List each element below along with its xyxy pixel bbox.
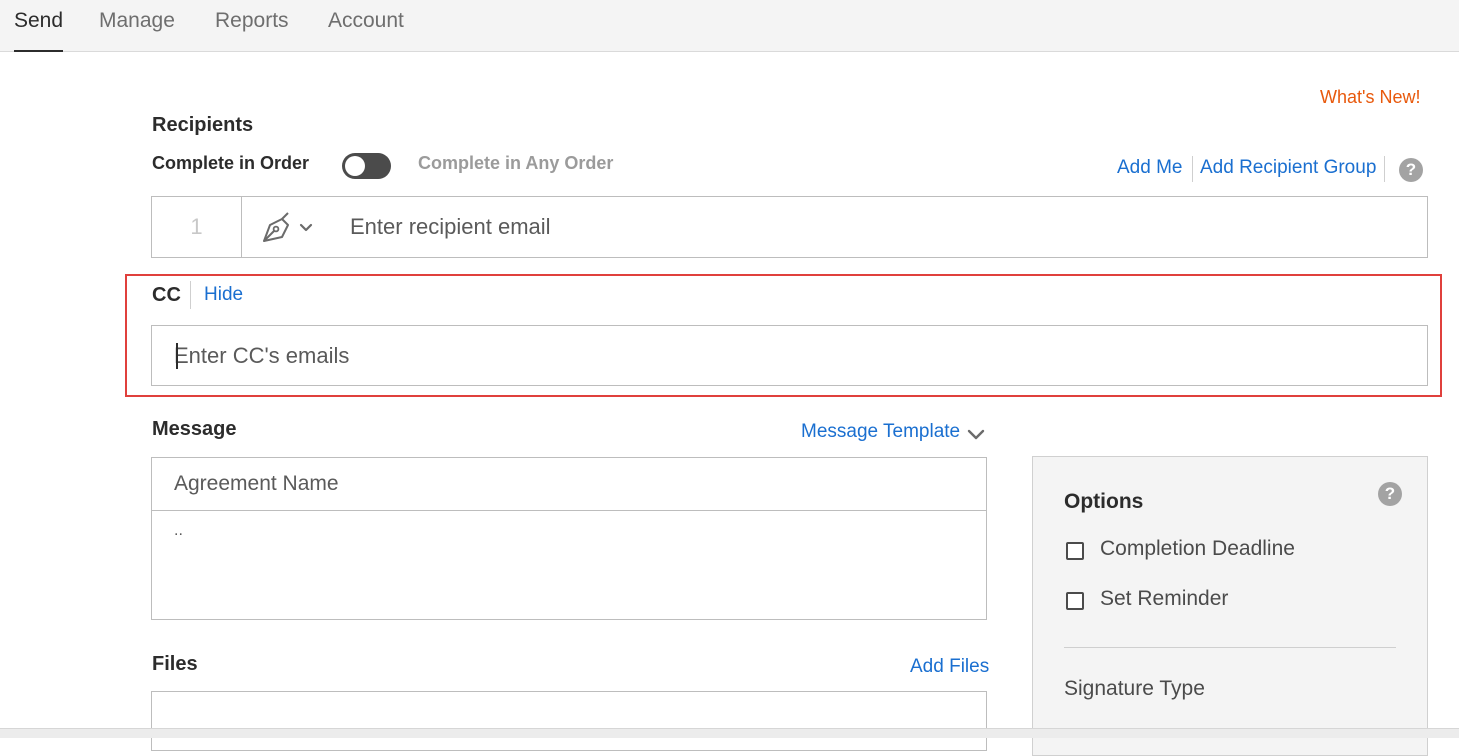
top-nav: Send Manage Reports Account [0, 0, 1459, 52]
recipients-help-icon[interactable]: ? [1399, 158, 1423, 182]
recipient-row: 1 [151, 196, 1428, 258]
whats-new-link[interactable]: What's New! [1320, 87, 1420, 108]
tab-send[interactable]: Send [14, 0, 64, 52]
agreement-name-input[interactable] [152, 458, 986, 511]
chevron-down-icon [299, 223, 313, 232]
link-divider [1384, 156, 1385, 182]
tab-manage[interactable]: Manage [99, 0, 175, 52]
message-title: Message [152, 418, 237, 440]
role-picker-dropdown[interactable] [260, 211, 320, 245]
bottom-scroll-edge [0, 728, 1459, 738]
message-body-textarea[interactable]: .. [174, 522, 974, 612]
add-recipient-group-link[interactable]: Add Recipient Group [1200, 157, 1376, 179]
text-caret [176, 343, 178, 369]
order-toggle[interactable] [342, 153, 391, 179]
options-title: Options [1064, 490, 1144, 513]
add-me-link[interactable]: Add Me [1117, 157, 1182, 179]
tab-account[interactable]: Account [328, 0, 404, 52]
completion-deadline-checkbox[interactable] [1066, 542, 1084, 560]
cc-field [151, 325, 1428, 386]
recipient-email-input[interactable] [350, 207, 1410, 247]
cc-label: CC [152, 284, 181, 306]
pen-nib-icon [263, 212, 313, 242]
message-template-link[interactable]: Message Template [801, 421, 960, 443]
signature-type-label: Signature Type [1064, 677, 1205, 700]
completion-deadline-label: Completion Deadline [1100, 537, 1295, 560]
cc-divider [190, 281, 191, 309]
cc-email-input[interactable] [174, 336, 1404, 376]
options-divider [1064, 647, 1396, 648]
options-panel: Options ? Completion Deadline Set Remind… [1032, 456, 1428, 756]
link-divider [1192, 156, 1193, 182]
complete-any-order-label: Complete in Any Order [418, 153, 614, 173]
set-reminder-checkbox[interactable] [1066, 592, 1084, 610]
cc-hide-link[interactable]: Hide [204, 284, 243, 306]
complete-in-order-label: Complete in Order [152, 153, 310, 173]
message-box: .. [151, 457, 987, 620]
files-dropzone[interactable] [151, 691, 987, 751]
recipients-title: Recipients [152, 114, 254, 136]
add-files-link[interactable]: Add Files [910, 656, 989, 678]
set-reminder-label: Set Reminder [1100, 587, 1229, 610]
files-title: Files [152, 653, 198, 675]
tab-reports[interactable]: Reports [215, 0, 289, 52]
chevron-down-icon[interactable] [966, 426, 986, 442]
toggle-knob [345, 156, 365, 176]
options-help-icon[interactable]: ? [1378, 482, 1402, 506]
recipient-index: 1 [152, 197, 242, 257]
